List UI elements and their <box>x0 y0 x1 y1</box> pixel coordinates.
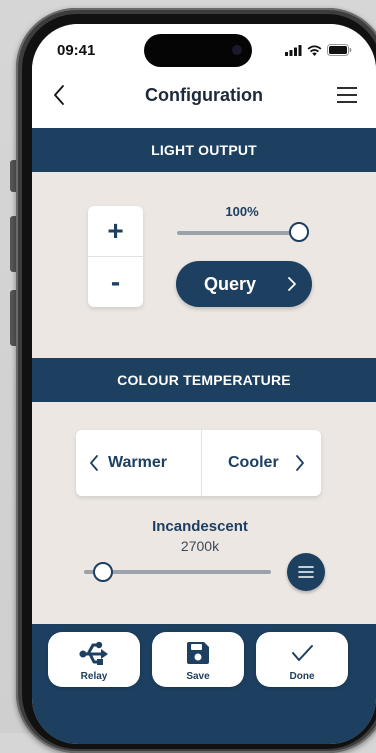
battery-icon <box>327 44 352 56</box>
temperature-value-text: 2700k <box>180 538 220 554</box>
save-floppy-icon <box>187 642 209 664</box>
list-icon <box>298 566 314 578</box>
cooler-button[interactable]: Cooler <box>202 430 321 496</box>
cooler-label: Cooler <box>228 454 279 471</box>
usb-relay-icon <box>79 641 108 665</box>
decrease-brightness-button[interactable]: - <box>88 257 143 307</box>
colour-temperature-header: COLOUR TEMPERATURE <box>32 358 376 402</box>
chevron-left-icon <box>90 455 98 471</box>
relay-button[interactable]: Relay <box>48 632 140 687</box>
status-icons <box>285 44 352 56</box>
done-label: Done <box>289 671 315 682</box>
temperature-presets-list-button[interactable] <box>287 553 325 591</box>
increase-brightness-button[interactable]: + <box>88 206 143 257</box>
status-time: 09:41 <box>57 42 96 59</box>
warmer-button[interactable]: Warmer <box>76 430 202 496</box>
temperature-slider-thumb[interactable] <box>92 562 113 582</box>
nav-bar: Configuration <box>32 74 376 128</box>
temperature-segmented-control: Warmer Cooler <box>76 430 321 496</box>
query-label: Query <box>203 274 257 294</box>
page-title: Configuration <box>145 85 263 105</box>
brightness-slider-thumb[interactable] <box>289 222 309 242</box>
hamburger-menu-icon[interactable] <box>336 85 358 105</box>
status-bar: 09:41 <box>32 24 376 74</box>
cellular-signal-icon <box>285 44 302 56</box>
query-button[interactable]: Query <box>176 261 312 307</box>
light-output-header: LIGHT OUTPUT <box>32 128 376 172</box>
relay-label: Relay <box>80 671 108 682</box>
wifi-icon <box>307 45 322 56</box>
save-button[interactable]: Save <box>152 632 244 687</box>
bottom-toolbar: Relay Save Done <box>32 624 376 744</box>
done-button[interactable]: Done <box>256 632 348 687</box>
checkmark-icon <box>292 645 313 661</box>
brightness-level-text: 100% <box>225 204 259 219</box>
brightness-slider-track[interactable] <box>177 231 299 235</box>
warmer-label: Warmer <box>108 454 167 471</box>
camera-icon <box>232 45 242 55</box>
phone-screen: 09:41 Configuration LIGHT OUTPUT + - 100… <box>32 24 376 744</box>
temperature-preset-name: Incandescent <box>152 518 248 535</box>
chevron-right-icon <box>288 277 296 291</box>
save-label: Save <box>186 671 210 682</box>
chevron-right-icon <box>296 455 304 471</box>
dynamic-island <box>144 34 252 67</box>
brightness-stepper: + - <box>88 206 143 307</box>
